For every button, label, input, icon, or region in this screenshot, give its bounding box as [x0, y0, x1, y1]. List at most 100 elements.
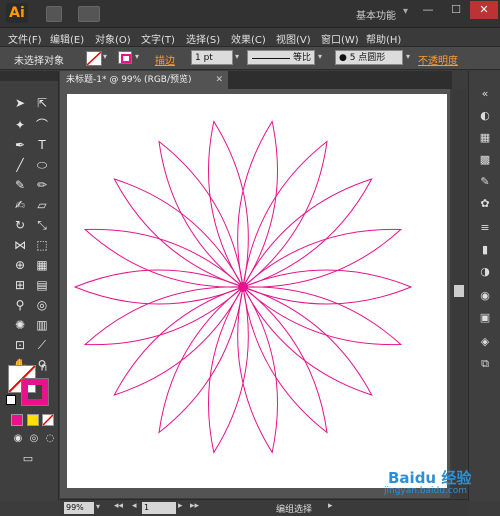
- artboard[interactable]: [67, 94, 447, 488]
- stroke-chevron-icon[interactable]: ▾: [135, 52, 139, 61]
- menu-edit[interactable]: 编辑(E): [50, 31, 84, 46]
- draw-inside-icon[interactable]: ◌: [42, 431, 58, 447]
- stroke-weight-chevron-icon[interactable]: ▾: [235, 52, 239, 61]
- petal-path[interactable]: [228, 279, 341, 441]
- next-page-icon[interactable]: ▸: [178, 501, 183, 511]
- menu-help[interactable]: 帮助(H): [366, 31, 401, 46]
- artboards-panel-icon[interactable]: ⧉: [477, 357, 493, 371]
- fill-chevron-icon[interactable]: ▾: [103, 52, 107, 61]
- color-mode-icon[interactable]: [11, 414, 23, 426]
- stroke-label[interactable]: 描边: [155, 52, 175, 67]
- profile-chevron-icon[interactable]: ▾: [318, 52, 322, 61]
- fill-swatch[interactable]: [86, 51, 102, 66]
- perspective-grid-tool-icon[interactable]: ▦: [34, 257, 50, 273]
- brush-chevron-icon[interactable]: ▾: [406, 52, 410, 61]
- type-tool-icon[interactable]: T: [34, 137, 50, 153]
- stroke-panel-icon[interactable]: ≡: [477, 221, 493, 235]
- rotate-tool-icon[interactable]: ↻: [12, 217, 28, 233]
- appearance-panel-icon[interactable]: ◉: [477, 289, 493, 303]
- pen-tool-icon[interactable]: ✒: [12, 137, 28, 153]
- canvas-area[interactable]: [60, 89, 450, 498]
- direct-selection-tool-icon[interactable]: ⇱: [34, 95, 50, 111]
- petal-path[interactable]: [79, 214, 248, 303]
- menu-effect[interactable]: 效果(C): [231, 31, 266, 46]
- transparency-panel-icon[interactable]: ◑: [477, 265, 493, 279]
- default-colors-icon[interactable]: [6, 395, 16, 405]
- menu-select[interactable]: 选择(S): [186, 31, 220, 46]
- swatches-panel-icon[interactable]: ▩: [477, 153, 493, 167]
- opacity-link[interactable]: 不透明度: [418, 52, 458, 67]
- artboard-tool-icon[interactable]: ⊡: [12, 337, 28, 353]
- symbol-sprayer-tool-icon[interactable]: ✺: [12, 317, 28, 333]
- petal-path[interactable]: [79, 271, 248, 360]
- scale-tool-icon[interactable]: ⤡: [34, 217, 50, 233]
- vertical-scroll-thumb[interactable]: [454, 285, 464, 297]
- zoom-field[interactable]: 99%: [64, 502, 94, 514]
- column-graph-tool-icon[interactable]: ▥: [34, 317, 50, 333]
- symbols-panel-icon[interactable]: ✿: [477, 197, 493, 211]
- gradient-panel-icon[interactable]: ▮: [477, 243, 493, 257]
- gradient-tool-icon[interactable]: ▤: [34, 277, 50, 293]
- petal-path[interactable]: [237, 214, 406, 303]
- flower-artwork[interactable]: [67, 94, 447, 488]
- screen-mode-icon[interactable]: ▭: [20, 451, 36, 467]
- stroke-swatch[interactable]: [118, 51, 132, 64]
- width-tool-icon[interactable]: ⋈: [12, 237, 28, 253]
- petal-path[interactable]: [232, 274, 383, 408]
- minimize-button[interactable]: —: [414, 1, 442, 19]
- panel-collapse-icon[interactable]: «: [477, 87, 493, 101]
- menu-type[interactable]: 文字(T): [141, 31, 175, 46]
- petal-path[interactable]: [103, 274, 254, 408]
- menu-view[interactable]: 视图(V): [276, 31, 311, 46]
- petal-path[interactable]: [103, 166, 254, 300]
- line-tool-icon[interactable]: ╱: [12, 157, 28, 173]
- color-guide-icon[interactable]: ▦: [477, 131, 493, 145]
- petal-path[interactable]: [226, 119, 289, 290]
- color-panel-icon[interactable]: ◐: [477, 109, 493, 123]
- petal-path[interactable]: [144, 133, 257, 295]
- maximize-button[interactable]: ☐: [442, 1, 470, 19]
- swap-colors-icon[interactable]: ↰: [40, 363, 48, 374]
- eyedropper-tool-icon[interactable]: ⚲: [12, 297, 28, 313]
- workspace-chevron-icon[interactable]: ▾: [403, 6, 408, 17]
- selection-tool-icon[interactable]: ➤: [12, 95, 28, 111]
- slice-tool-icon[interactable]: ⟋: [34, 337, 50, 353]
- document-tab[interactable]: 未标题-1* @ 99% (RGB/预览) ✕: [60, 71, 228, 89]
- close-button[interactable]: ✕: [470, 1, 498, 19]
- menu-window[interactable]: 窗口(W): [321, 31, 359, 46]
- petal-path[interactable]: [197, 119, 260, 290]
- mesh-tool-icon[interactable]: ⊞: [12, 277, 28, 293]
- page-field[interactable]: 1: [142, 502, 176, 514]
- status-menu-icon[interactable]: ▸: [328, 501, 333, 511]
- first-page-icon[interactable]: ◂◂: [114, 501, 123, 511]
- variable-width-profile[interactable]: 等比: [247, 50, 315, 65]
- none-mode-icon[interactable]: [42, 414, 54, 426]
- paintbrush-tool-icon[interactable]: ✎: [12, 177, 28, 193]
- free-transform-tool-icon[interactable]: ⬚: [34, 237, 50, 253]
- ellipse-tool-icon[interactable]: ⬭: [34, 157, 50, 173]
- petal-path[interactable]: [228, 133, 341, 295]
- magic-wand-tool-icon[interactable]: ✦: [12, 117, 28, 133]
- workspace-switcher[interactable]: 基本功能: [356, 7, 396, 22]
- petal-path[interactable]: [237, 271, 406, 360]
- petal-path[interactable]: [226, 284, 289, 455]
- brushes-panel-icon[interactable]: ✎: [477, 175, 493, 189]
- lasso-tool-icon[interactable]: ⌒: [34, 117, 50, 133]
- petal-path[interactable]: [144, 279, 257, 441]
- petal-path[interactable]: [232, 166, 383, 300]
- draw-normal-icon[interactable]: ◉: [10, 431, 26, 447]
- vertical-scrollbar[interactable]: [452, 89, 466, 498]
- graphic-styles-icon[interactable]: ▣: [477, 311, 493, 325]
- brush-definition[interactable]: ● 5 点圆形: [335, 50, 403, 65]
- blend-tool-icon[interactable]: ◎: [34, 297, 50, 313]
- petal-path[interactable]: [197, 284, 260, 455]
- eraser-tool-icon[interactable]: ▱: [34, 197, 50, 213]
- stroke-color-box[interactable]: [21, 378, 49, 406]
- bridge-button[interactable]: [46, 6, 62, 22]
- zoom-chevron-icon[interactable]: ▾: [96, 502, 100, 511]
- menu-object[interactable]: 对象(O): [95, 31, 131, 46]
- menu-file[interactable]: 文件(F): [8, 31, 42, 46]
- draw-behind-icon[interactable]: ◎: [26, 431, 42, 447]
- close-tab-icon[interactable]: ✕: [215, 71, 223, 89]
- blob-brush-tool-icon[interactable]: ✍: [12, 197, 28, 213]
